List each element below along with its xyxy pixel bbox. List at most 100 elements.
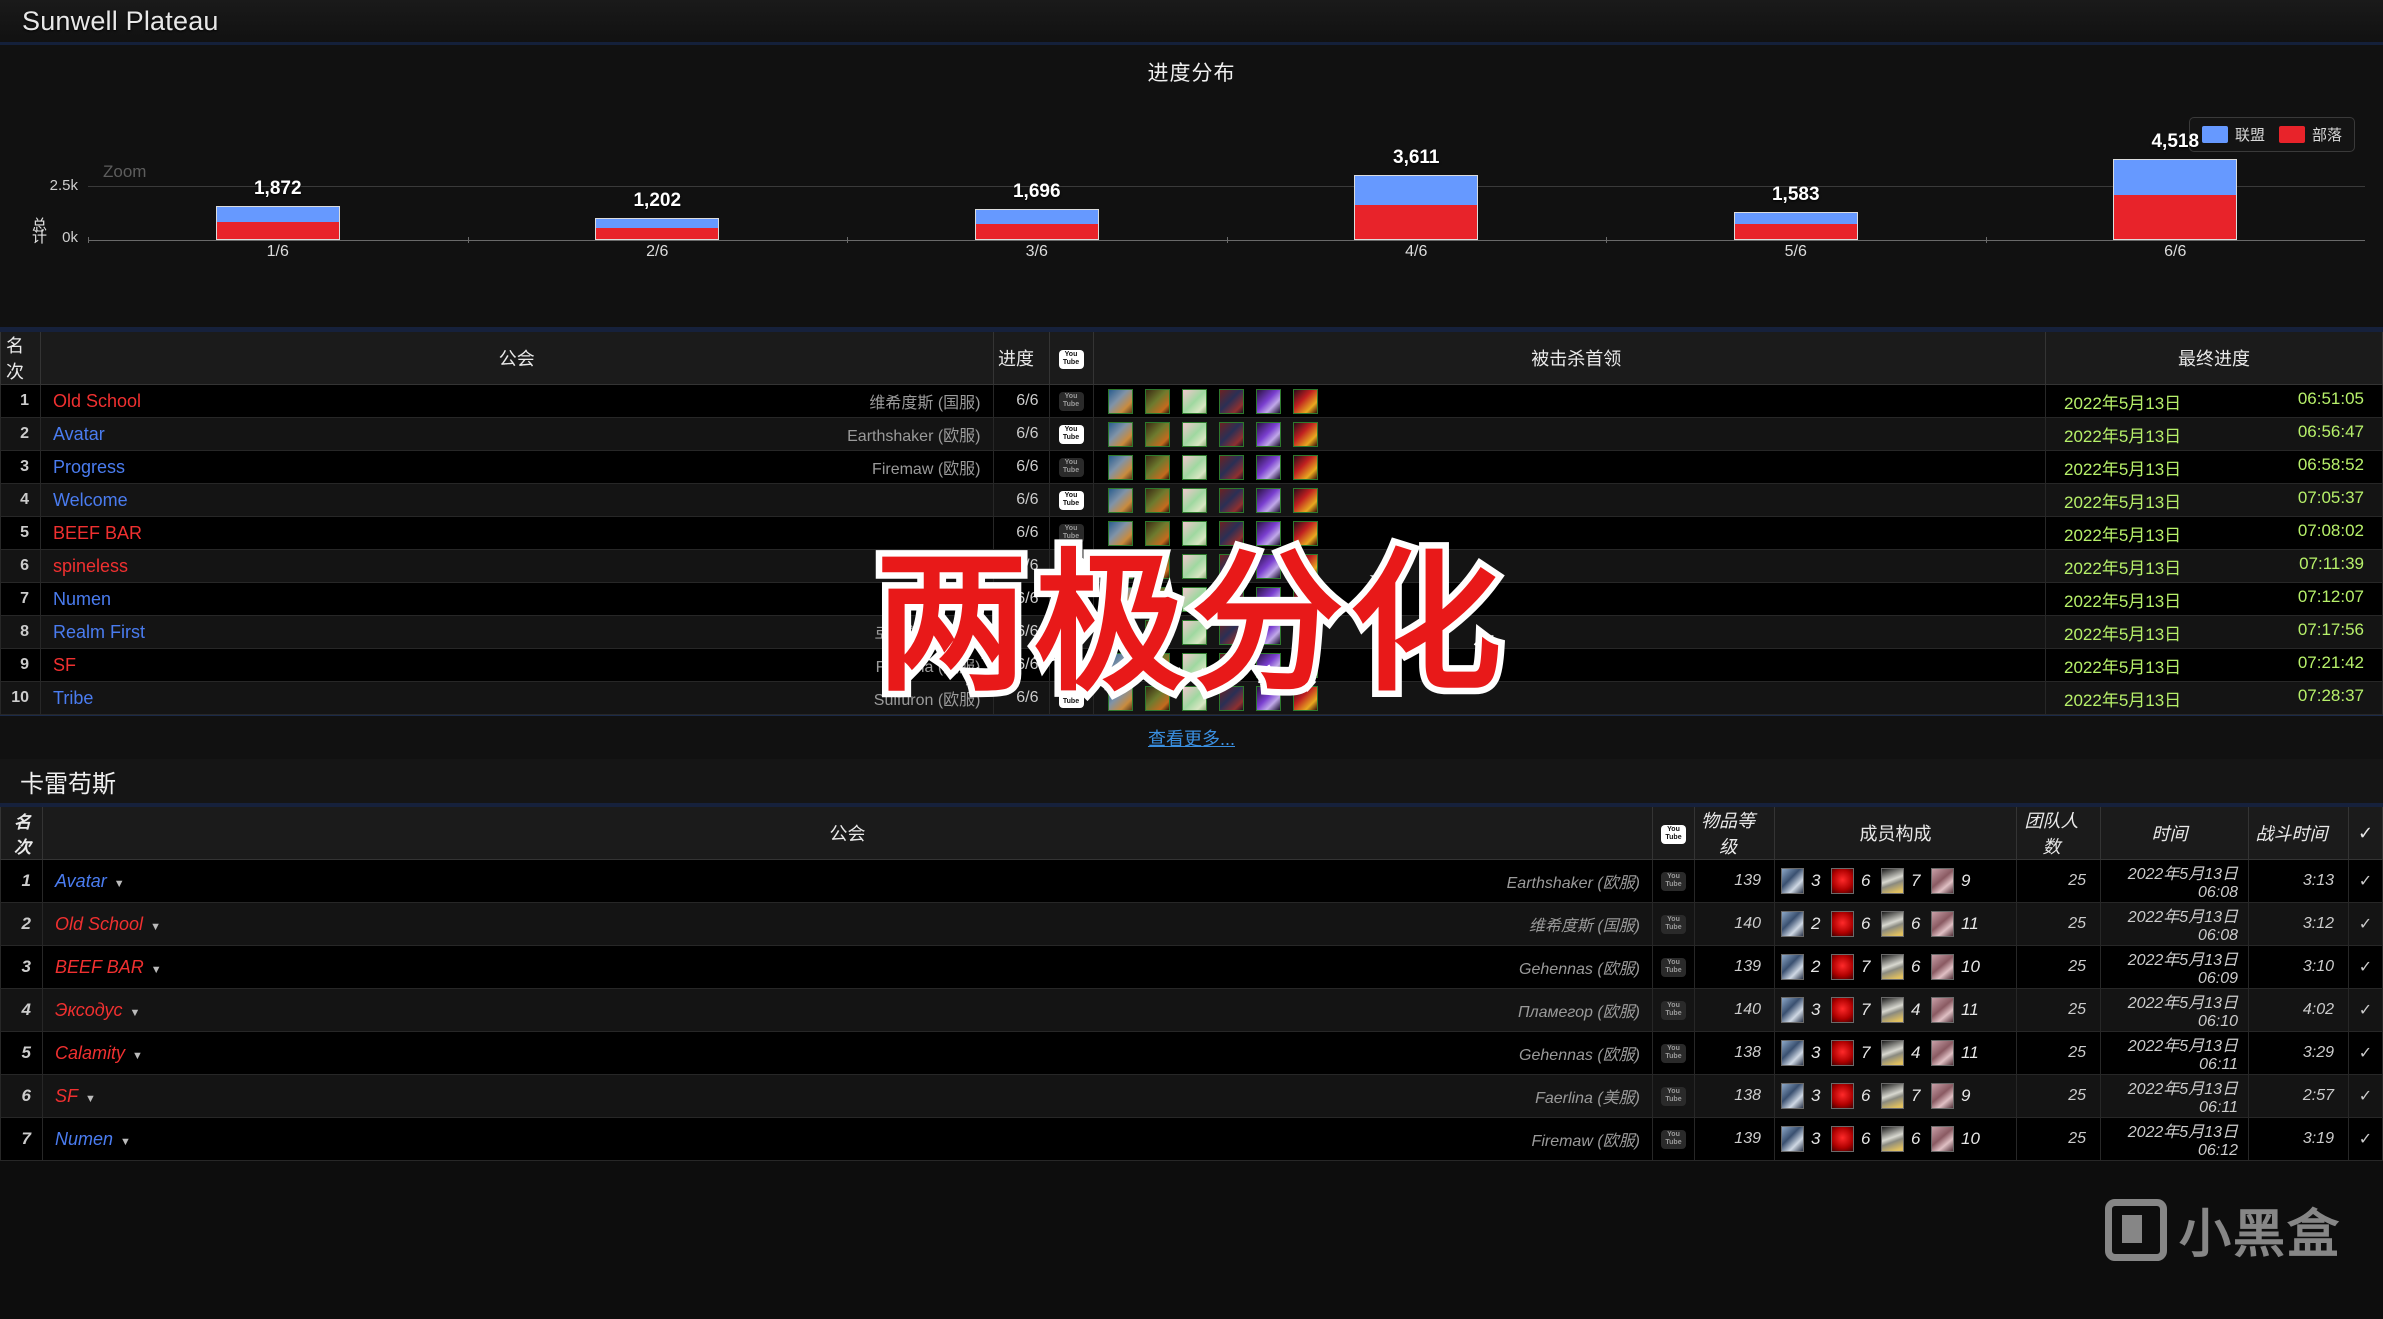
boss-kill-icon[interactable]	[1144, 619, 1170, 645]
guild-name-link[interactable]: Old School	[53, 391, 141, 412]
boss-kill-icon[interactable]	[1255, 520, 1281, 546]
th-youtube[interactable]: You Tube	[1048, 332, 1094, 385]
row-video[interactable]: You Tube	[1652, 859, 1695, 903]
boss-kill-icon[interactable]	[1292, 553, 1318, 579]
th-rank[interactable]: 名次	[0, 332, 41, 385]
boss-kill-icon[interactable]	[1107, 586, 1133, 612]
th-guild[interactable]: 公会	[40, 332, 994, 385]
boss-kill-icon[interactable]	[1181, 421, 1207, 447]
table-row[interactable]: 6 SF ▼ Faerlina (美服) You Tube 138 3 6 7 9 25 2022年5月…	[0, 1074, 2383, 1118]
view-more-link[interactable]: 查看更多...	[1148, 725, 1235, 751]
boss-kill-icon[interactable]	[1255, 652, 1281, 678]
table-row[interactable]: 10 Tribe Sulfuron (欧服) 6/6 You Tube 2022年5月13日…	[0, 681, 2383, 715]
boss-kill-icon[interactable]	[1255, 421, 1281, 447]
boss-kill-icon[interactable]	[1107, 652, 1133, 678]
youtube-icon[interactable]: You Tube	[1058, 424, 1084, 444]
th2-item-level[interactable]: 物品等级	[1694, 807, 1775, 860]
youtube-icon[interactable]: You Tube	[1661, 957, 1686, 977]
row-video[interactable]: You Tube	[1652, 988, 1695, 1032]
guild-name-link[interactable]: Эксодус	[55, 1000, 123, 1020]
th-final-progress[interactable]: 最终进度	[2045, 332, 2383, 385]
table-row[interactable]: 1 Old School 维希度斯 (国服) 6/6 You Tube 2022年5月13日…	[0, 384, 2383, 418]
table-row[interactable]: 9 SF Faerlina (美服) 6/6 You Tube 2022年5月13日 07:2…	[0, 648, 2383, 682]
boss-kill-icon[interactable]	[1255, 388, 1281, 414]
row-video[interactable]: You Tube	[1652, 902, 1695, 946]
boss-kill-icon[interactable]	[1218, 487, 1244, 513]
th-bosses-killed[interactable]: 被击杀首领	[1092, 332, 2046, 385]
boss-kill-icon[interactable]	[1218, 421, 1244, 447]
chart-bar-column[interactable]: 1,696	[847, 151, 1227, 240]
row-video[interactable]: You Tube	[1048, 384, 1094, 418]
youtube-icon[interactable]: You Tube	[1661, 871, 1686, 891]
chart-bar-segment-horde[interactable]	[1733, 223, 1858, 240]
chevron-down-icon[interactable]: ▼	[114, 878, 125, 890]
row-video[interactable]: You Tube	[1048, 582, 1094, 616]
boss-kill-icon[interactable]	[1255, 553, 1281, 579]
boss-kill-icon[interactable]	[1144, 421, 1170, 447]
row-video[interactable]: You Tube	[1048, 615, 1094, 649]
th2-time[interactable]: 时间	[2100, 807, 2249, 860]
guild-name-link[interactable]: BEEF BAR	[55, 957, 144, 977]
boss-kill-icon[interactable]	[1292, 619, 1318, 645]
chart-bar-segment-alliance[interactable]	[1354, 175, 1479, 205]
table-row[interactable]: 7 Numen 6/6 You Tube 2022年5月13日 07:12:07	[0, 582, 2383, 616]
youtube-icon[interactable]: You Tube	[1661, 914, 1686, 934]
row-video[interactable]: You Tube	[1048, 450, 1094, 484]
boss-kill-icon[interactable]	[1292, 652, 1318, 678]
boss-kill-icon[interactable]	[1144, 454, 1170, 480]
youtube-icon[interactable]: You Tube	[1661, 1000, 1686, 1020]
guild-name-link[interactable]: Avatar	[53, 424, 105, 445]
boss-kill-icon[interactable]	[1292, 685, 1318, 711]
boss-kill-icon[interactable]	[1107, 619, 1133, 645]
row-video[interactable]: You Tube	[1048, 516, 1094, 550]
boss-kill-icon[interactable]	[1255, 685, 1281, 711]
chart-bar-column[interactable]: 1,872	[88, 151, 468, 240]
table-row[interactable]: 4 Эксодус ▼ Пламегор (欧服) You Tube 140 3 7 4 11 25 2…	[0, 988, 2383, 1032]
table-row[interactable]: 2 Avatar Earthshaker (欧服) 6/6 You Tube 2022年5月…	[0, 417, 2383, 451]
youtube-icon[interactable]: You Tube	[1661, 1043, 1686, 1063]
th2-guild[interactable]: 公会	[42, 807, 1653, 860]
boss-kill-icon[interactable]	[1144, 586, 1170, 612]
th2-youtube[interactable]: You Tube	[1652, 807, 1695, 860]
boss-kill-icon[interactable]	[1292, 487, 1318, 513]
th2-raid-size[interactable]: 团队人数	[2016, 807, 2101, 860]
boss-kill-icon[interactable]	[1181, 487, 1207, 513]
boss-kill-icon[interactable]	[1181, 520, 1207, 546]
boss-kill-icon[interactable]	[1292, 586, 1318, 612]
chevron-down-icon[interactable]: ▼	[120, 1136, 131, 1148]
th2-composition[interactable]: 成员构成	[1774, 807, 2017, 860]
chart-bar-segment-horde[interactable]	[1354, 204, 1479, 240]
th2-check[interactable]: ✓	[2348, 807, 2383, 860]
th2-rank[interactable]: 名次	[0, 807, 43, 860]
chart-bar-segment-horde[interactable]	[974, 223, 1099, 240]
chart-bar-segment-alliance[interactable]	[2113, 158, 2238, 196]
row-video[interactable]: You Tube	[1048, 417, 1094, 451]
row-video[interactable]: You Tube	[1652, 1117, 1695, 1161]
boss-kill-icon[interactable]	[1107, 520, 1133, 546]
guild-name-link[interactable]: Calamity	[55, 1043, 125, 1063]
chart-bar-segment-horde[interactable]	[2113, 195, 2238, 240]
row-video[interactable]: You Tube	[1048, 549, 1094, 583]
boss-kill-icon[interactable]	[1107, 454, 1133, 480]
chart-bar-segment-horde[interactable]	[595, 228, 720, 240]
guild-name-link[interactable]: Welcome	[53, 490, 128, 511]
row-video[interactable]: You Tube	[1048, 648, 1094, 682]
boss-kill-icon[interactable]	[1107, 487, 1133, 513]
boss-kill-icon[interactable]	[1255, 586, 1281, 612]
chart-bar-segment-alliance[interactable]	[215, 206, 340, 222]
chevron-down-icon[interactable]: ▼	[151, 964, 162, 976]
th-progress[interactable]: 进度	[992, 332, 1050, 385]
table-row[interactable]: 1 Avatar ▼ Earthshaker (欧服) You Tube 139 3 6 7 9 25…	[0, 859, 2383, 903]
boss-kill-icon[interactable]	[1181, 454, 1207, 480]
chevron-down-icon[interactable]: ▼	[130, 1007, 141, 1019]
th2-fight-duration[interactable]: 战斗时间	[2248, 807, 2349, 860]
chart-bar-column[interactable]: 1,583	[1606, 151, 1986, 240]
boss-kill-icon[interactable]	[1292, 421, 1318, 447]
chart-bar-column[interactable]: 4,518	[1986, 131, 2366, 240]
boss-kill-icon[interactable]	[1181, 652, 1207, 678]
boss-kill-icon[interactable]	[1218, 388, 1244, 414]
boss-kill-icon[interactable]	[1144, 685, 1170, 711]
guild-name-link[interactable]: Tribe	[53, 688, 93, 709]
boss-kill-icon[interactable]	[1181, 586, 1207, 612]
table-row[interactable]: 3 Progress Firemaw (欧服) 6/6 You Tube 2022年5月13…	[0, 450, 2383, 484]
